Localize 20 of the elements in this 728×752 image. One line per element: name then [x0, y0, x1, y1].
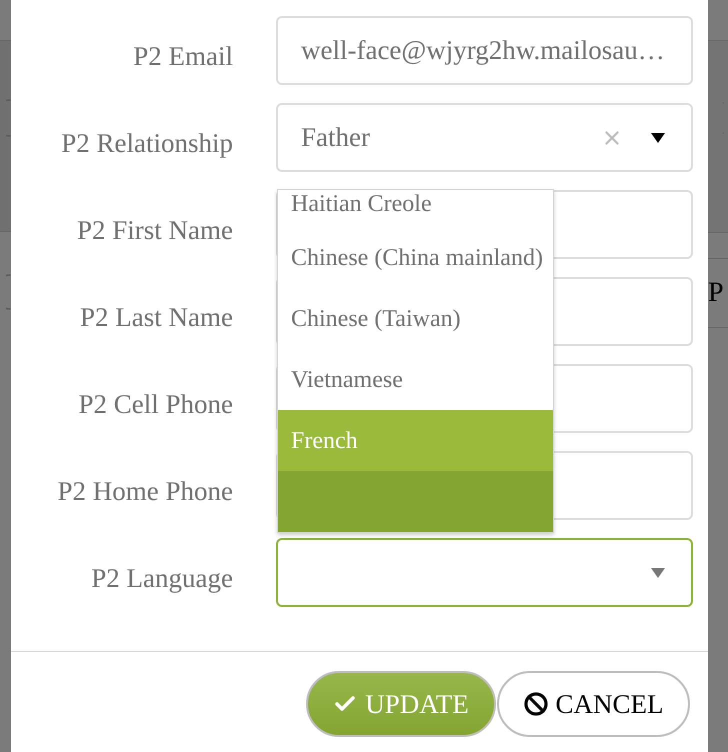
field-label: P2 Relationship	[60, 126, 233, 158]
ban-icon	[524, 692, 548, 716]
cancel-button[interactable]: CANCEL	[497, 671, 690, 737]
dropdown-option[interactable]: Chinese (China mainland)	[278, 227, 553, 288]
caret-icon[interactable]	[651, 132, 665, 142]
dropdown-option[interactable]: Vietnamese	[278, 349, 553, 410]
field-label: P2 Cell Phone	[77, 388, 233, 420]
field-label: P2 Home Phone	[56, 474, 233, 506]
background-text: P	[708, 279, 724, 307]
dropdown-option[interactable]: Chinese (Taiwan)	[278, 288, 553, 349]
dropdown-option[interactable]: Haitian Creole	[278, 190, 553, 227]
field-label: P2 Last Name	[79, 300, 233, 332]
field-label: P2 Language	[90, 562, 233, 594]
select-field[interactable]	[276, 538, 693, 607]
input-field[interactable]: well-face@wjyrg2hw.mailosau…	[276, 16, 693, 85]
circle-edge-drawing	[6, 274, 11, 310]
update-button[interactable]: UPDATE	[306, 671, 496, 737]
field-label: P2 Email	[132, 40, 233, 72]
field-label: P2 First Name	[76, 214, 233, 246]
select-field[interactable]: Father	[276, 103, 693, 172]
